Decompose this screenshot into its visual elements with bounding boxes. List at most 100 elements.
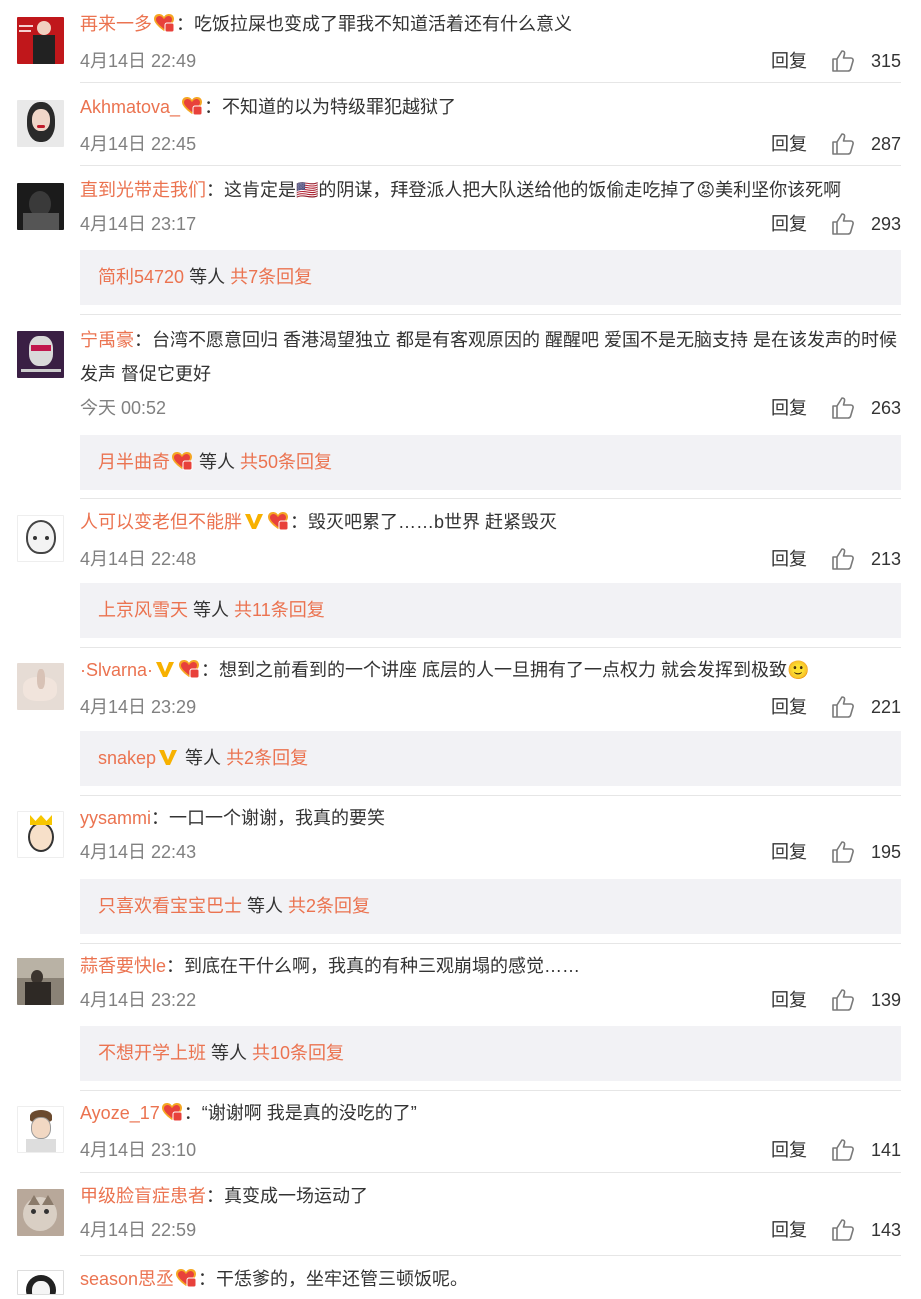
divider [80,314,901,315]
like-button[interactable]: 221 [832,690,901,724]
reply-summary[interactable]: snakep 等人 共2条回复 [80,731,901,786]
timestamp: 4月14日 23:10 [80,1140,197,1160]
reply-summary[interactable]: 简利54720 等人 共7条回复 [80,250,901,305]
reply-summary-text: 等人 [206,1043,253,1063]
comment-text: ：毁灭吧累了……b世界 赶紧毁灭 [290,512,558,532]
reply-username[interactable]: 只喜欢看宝宝巴士 [98,896,242,916]
like-button[interactable]: 141 [832,1133,901,1167]
divider [80,82,901,83]
comment-text: ：“谢谢啊 我是真的没吃的了” [183,1103,417,1123]
avatar[interactable] [17,1270,64,1295]
thumbs-up-icon [832,841,854,863]
reply-button[interactable]: 回复 [771,1133,807,1167]
reply-username[interactable]: snakep [98,748,156,768]
divider [80,165,901,166]
username[interactable]: 甲级脸盲症患者 [80,1186,206,1206]
reply-summary[interactable]: 月半曲奇 等人 共50条回复 [80,435,901,490]
username[interactable]: Ayoze_17 [80,1103,160,1123]
reply-username[interactable]: 上京风雪天 [98,600,188,620]
reply-summary[interactable]: 不想开学上班 等人 共10条回复 [80,1026,901,1081]
timestamp: 4月14日 23:22 [80,990,197,1010]
like-button[interactable]: 195 [832,835,901,869]
comment-text: ：想到之前看到的一个讲座 底层的人一旦拥有了一点权力 就会发挥到极致🙂 [201,660,810,680]
like-button[interactable]: 143 [832,1213,901,1247]
like-button[interactable]: 213 [832,542,901,576]
view-replies-link[interactable]: 共11条回复 [234,600,325,620]
avatar[interactable] [17,811,64,858]
reply-summary[interactable]: 只喜欢看宝宝巴士 等人 共2条回复 [80,879,901,934]
view-replies-link[interactable]: 共10条回复 [252,1043,344,1063]
thumbs-up-icon [832,1219,854,1241]
username[interactable]: ·Slvarna· [80,660,153,680]
like-button[interactable]: 139 [832,983,901,1017]
username[interactable]: season思丞 [80,1269,174,1289]
username[interactable]: 直到光带走我们 [80,180,206,200]
verified-v-icon [155,655,175,689]
divider [80,498,901,499]
reply-summary-text: 等人 [194,452,241,472]
divider [80,1172,901,1173]
reply-summary-text: 等人 [242,896,289,916]
avatar[interactable] [17,100,64,147]
thumbs-up-icon [832,1139,854,1161]
username[interactable]: 再来一多 [80,14,152,34]
like-button[interactable]: 263 [832,391,901,425]
reply-button[interactable]: 回复 [771,983,807,1017]
username[interactable]: 宁禹豪 [80,330,134,350]
like-count: 263 [870,398,901,418]
member-badge-icon [161,1099,183,1133]
username[interactable]: Akhmatova_ [80,97,180,117]
like-count: 143 [870,1220,901,1240]
comment-text: ：一口一个谢谢，我真的要笑 [151,808,385,828]
reply-button[interactable]: 回复 [771,835,807,869]
like-count: 141 [870,1140,901,1160]
comment-text: ：台湾不愿意回归 香港渴望独立 都是有客观原因的 醒醒吧 爱国不是无脑支持 是在… [80,330,898,384]
username[interactable]: 人可以变老但不能胖 [80,512,242,532]
reply-summary-text: 等人 [188,600,235,620]
reply-button[interactable]: 回复 [771,391,807,425]
reply-button[interactable]: 回复 [771,542,807,576]
reply-button[interactable]: 回复 [771,127,807,161]
divider [80,1255,901,1256]
like-button[interactable]: 315 [832,44,901,78]
member-badge-icon [181,93,203,127]
thumbs-up-icon [832,548,854,570]
reply-button[interactable]: 回复 [771,44,807,78]
thumbs-up-icon [832,989,854,1011]
like-count: 195 [870,842,901,862]
like-button[interactable]: 287 [832,127,901,161]
view-replies-link[interactable]: 共7条回复 [230,267,312,287]
reply-username[interactable]: 简利54720 [98,267,184,287]
reply-summary-text: 等人 [180,748,227,768]
avatar[interactable] [17,1189,64,1236]
view-replies-link[interactable]: 共2条回复 [288,896,370,916]
avatar[interactable] [17,1106,64,1153]
avatar[interactable] [17,958,64,1005]
avatar[interactable] [17,17,64,64]
reply-username[interactable]: 不想开学上班 [98,1043,206,1063]
like-count: 315 [870,51,901,71]
avatar[interactable] [17,663,64,710]
view-replies-link[interactable]: 共2条回复 [226,748,308,768]
like-count: 139 [870,990,901,1010]
reply-summary[interactable]: 上京风雪天 等人 共11条回复 [80,583,901,638]
timestamp: 4月14日 22:59 [80,1220,197,1240]
view-replies-link[interactable]: 共50条回复 [240,452,332,472]
username[interactable]: yysammi [80,808,151,828]
timestamp: 4月14日 23:29 [80,697,197,717]
reply-button[interactable]: 回复 [771,1213,807,1247]
avatar[interactable] [17,183,64,230]
reply-username[interactable]: 月半曲奇 [98,452,170,472]
comment-text: ：吃饭拉屎也变成了罪我不知道活着还有什么意义 [176,14,572,34]
avatar[interactable] [17,331,64,378]
avatar[interactable] [17,515,64,562]
thumbs-up-icon [832,50,854,72]
verified-v-icon [158,733,178,788]
timestamp: 4月14日 23:17 [80,214,197,234]
member-badge-icon [178,656,200,690]
username[interactable]: 蒜香要快le [80,956,166,976]
reply-button[interactable]: 回复 [771,207,807,241]
like-button[interactable]: 293 [832,207,901,241]
member-badge-icon [171,438,193,493]
reply-button[interactable]: 回复 [771,690,807,724]
